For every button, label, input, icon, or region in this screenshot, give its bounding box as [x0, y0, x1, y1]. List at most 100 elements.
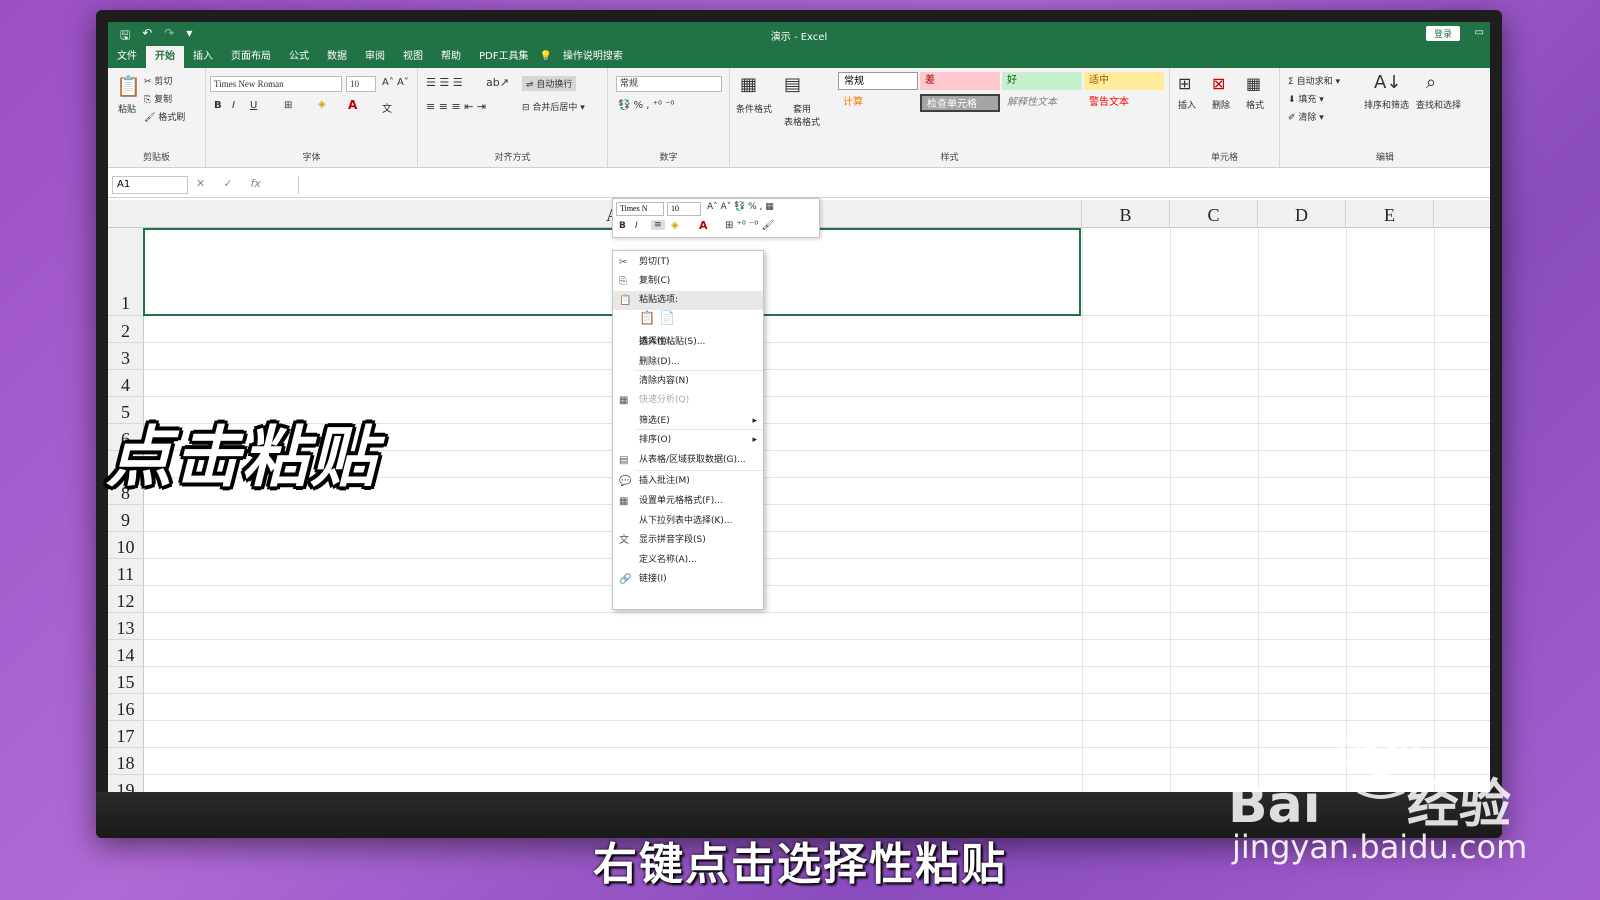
login-button[interactable]: 登录	[1425, 26, 1460, 41]
fill-color-icon[interactable]: ◈	[318, 99, 326, 110]
grow-font-icon[interactable]: A˄ A˅	[382, 77, 409, 88]
context-item-pick-from-list[interactable]: 从下拉列表中选择(K)...	[613, 512, 763, 531]
cancel-icon[interactable]: ✕	[196, 177, 205, 190]
mini-format-icons[interactable]: A˄ A˅ 💱 % , ▦	[707, 202, 774, 212]
mini-bold-icon[interactable]: B	[619, 221, 626, 231]
context-item-get-data[interactable]: ▤ 从表格/区域获取数据(G)...	[613, 451, 763, 470]
tab-review[interactable]: 审阅	[356, 46, 394, 68]
row-header-18[interactable]: 18	[108, 748, 144, 775]
format-table-button[interactable]: 套用 表格格式	[784, 102, 820, 128]
column-header-d[interactable]: D	[1258, 200, 1346, 228]
column-header-b[interactable]: B	[1082, 200, 1170, 228]
context-item-insert[interactable]: 插入(I)...	[613, 333, 763, 352]
underline-icon[interactable]: U	[250, 100, 257, 111]
cut-button[interactable]: ✂ 剪切	[144, 74, 172, 87]
paste-button[interactable]: 粘贴	[118, 102, 136, 115]
tab-formulas[interactable]: 公式	[280, 46, 318, 68]
context-item-clear-contents[interactable]: 清除内容(N)	[613, 372, 763, 391]
row-header-19[interactable]: 19	[108, 775, 144, 792]
row-header-11[interactable]: 11	[108, 559, 144, 586]
enter-icon[interactable]: ✓	[223, 177, 232, 190]
paste-icon[interactable]: 📋	[116, 74, 141, 98]
column-header-e[interactable]: E	[1346, 200, 1434, 228]
row-header-15[interactable]: 15	[108, 667, 144, 694]
merge-center-button[interactable]: ⊟ 合并后居中 ▾	[522, 100, 585, 113]
tab-help[interactable]: 帮助	[432, 46, 470, 68]
font-color-icon[interactable]: A	[348, 98, 357, 112]
border-icon[interactable]: ⊞	[284, 100, 292, 111]
mini-italic-icon[interactable]: I	[635, 221, 638, 231]
cell-style-6[interactable]: 解释性文本	[1002, 94, 1082, 112]
delete-cells-button[interactable]: 删除	[1212, 98, 1230, 111]
row-header-1[interactable]: 1	[108, 228, 144, 316]
format-cells-icon[interactable]: ▦	[1246, 74, 1261, 93]
number-format-combo[interactable]: 常规	[616, 76, 722, 92]
format-cells-button[interactable]: 格式	[1246, 98, 1264, 111]
context-item-show-phonetic[interactable]: 文显示拼音字段(S)	[613, 531, 763, 550]
formula-input[interactable]	[298, 176, 1490, 194]
tab-home[interactable]: 开始	[146, 46, 184, 68]
insert-cells-icon[interactable]: ⊞	[1178, 74, 1191, 93]
font-size-combo[interactable]: 10	[346, 76, 376, 92]
column-header-c[interactable]: C	[1170, 200, 1258, 228]
wrap-text-button[interactable]: ⇌ 自动换行	[522, 76, 577, 91]
cell-style-4[interactable]: 计算	[838, 94, 918, 112]
mini-font-combo[interactable]: Times N	[616, 202, 664, 216]
conditional-format-button[interactable]: 条件格式	[736, 102, 772, 115]
autosum-button[interactable]: Σ 自动求和 ▾	[1288, 74, 1340, 87]
context-item-sort[interactable]: 排序(O) ▸	[613, 431, 763, 450]
tab-page-layout[interactable]: 页面布局	[222, 46, 280, 68]
conditional-format-icon[interactable]: ▦	[740, 74, 757, 95]
row-header-2[interactable]: 2	[108, 316, 144, 343]
row-header-12[interactable]: 12	[108, 586, 144, 613]
cell-style-1[interactable]: 差	[920, 72, 1000, 90]
mini-border-icon[interactable]: ⊞ ⁺⁰ ⁻⁰ 🖌	[725, 220, 774, 231]
context-item-insert-comment[interactable]: 💬 插入批注(M)	[613, 472, 763, 491]
orientation-icon[interactable]: ab↗	[486, 76, 509, 89]
mini-align-icon[interactable]: ≡	[651, 220, 665, 230]
mini-font-color-icon[interactable]: A	[699, 219, 708, 232]
cell-style-3[interactable]: 适中	[1084, 72, 1164, 90]
paste-option-icons[interactable]: 📋 📄	[639, 311, 676, 326]
cell-style-7[interactable]: 警告文本	[1084, 94, 1164, 112]
insert-function-icon[interactable]: fx	[250, 177, 260, 190]
row-header-4[interactable]: 4	[108, 370, 144, 397]
find-select-icon[interactable]: ⌕	[1426, 72, 1436, 93]
cell-style-0[interactable]: 常规	[838, 72, 918, 90]
format-table-icon[interactable]: ▤	[784, 74, 801, 95]
italic-icon[interactable]: I	[232, 100, 235, 111]
row-header-14[interactable]: 14	[108, 640, 144, 667]
row-header-13[interactable]: 13	[108, 613, 144, 640]
number-format-icons[interactable]: 💱 % , ⁺⁰ ⁻⁰	[618, 100, 674, 111]
tab-view[interactable]: 视图	[394, 46, 432, 68]
format-painter-button[interactable]: 🖌 格式刷	[144, 110, 185, 123]
bold-icon[interactable]: B	[214, 100, 222, 111]
delete-cells-icon[interactable]: ⊠	[1212, 74, 1225, 93]
context-item-copy[interactable]: ⎘ 复制(C)	[613, 272, 763, 291]
context-item-define-name[interactable]: 定义名称(A)...	[613, 551, 763, 570]
row-header-17[interactable]: 17	[108, 721, 144, 748]
context-item-link[interactable]: 🔗 链接(I)	[613, 570, 763, 589]
copy-button[interactable]: ⎘ 复制	[144, 92, 172, 105]
clear-button[interactable]: ✐ 清除 ▾	[1288, 110, 1324, 123]
sort-filter-icon[interactable]: A↓	[1374, 72, 1401, 93]
fill-button[interactable]: ⬇ 填充 ▾	[1288, 92, 1324, 105]
mini-fill-color-icon[interactable]: ◈	[671, 220, 679, 231]
font-name-combo[interactable]: Times New Roman	[210, 76, 342, 92]
row-header-16[interactable]: 16	[108, 694, 144, 721]
context-item-format-cells[interactable]: ▦ 设置单元格格式(F)...	[613, 492, 763, 511]
tab-data[interactable]: 数据	[318, 46, 356, 68]
find-select-button[interactable]: 查找和选择	[1416, 98, 1461, 111]
tab-pdf-tools[interactable]: PDF工具集	[470, 46, 537, 68]
row-header-9[interactable]: 9	[108, 505, 144, 532]
name-box[interactable]: A1	[112, 176, 188, 194]
tab-insert[interactable]: 插入	[184, 46, 222, 68]
phonetic-icon[interactable]: 文	[382, 100, 392, 115]
row-header-10[interactable]: 10	[108, 532, 144, 559]
context-item-paste-options[interactable]: 📋 粘贴选项:	[613, 291, 763, 310]
sort-filter-button[interactable]: 排序和筛选	[1364, 98, 1409, 111]
context-item-cut[interactable]: ✂ 剪切(T)	[613, 253, 763, 272]
cell-style-5[interactable]: 检查单元格	[920, 94, 1000, 112]
top-align-icon[interactable]: ☰ ☰ ☰	[426, 76, 463, 89]
cell-style-2[interactable]: 好	[1002, 72, 1082, 90]
